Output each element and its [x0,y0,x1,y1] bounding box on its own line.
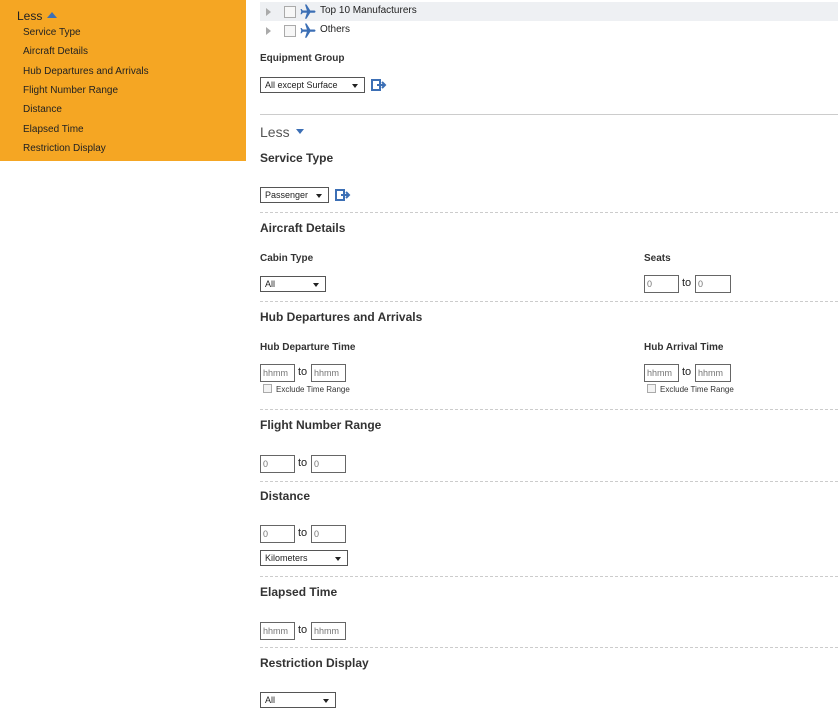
distance-heading: Distance [260,489,311,503]
tree-label: Others [320,24,351,35]
exclude-label: Exclude Time Range [276,385,350,394]
hub-heading: Hub Departures and Arrivals [260,310,423,324]
cabin-type-select[interactable]: All [260,276,326,292]
hub-arrival-label: Hub Arrival Time [644,342,724,353]
seats-label: Seats [644,253,671,264]
equipment-group-select[interactable]: All except Surface [260,77,365,93]
expand-icon[interactable] [266,8,271,16]
sidebar-less-toggle[interactable]: Less [17,9,58,23]
elapsed-time-heading: Elapsed Time [260,585,338,599]
to-label: to [682,277,692,289]
divider [260,301,838,302]
to-label: to [298,457,308,469]
restriction-display-heading: Restriction Display [260,656,369,670]
restriction-display-value: All [265,695,276,705]
sidebar-link-aircraft-details[interactable]: Aircraft Details [23,46,88,57]
to-label: to [682,366,692,378]
elapsed-time-to-input[interactable] [311,622,346,640]
restriction-display-select[interactable]: All [260,692,336,708]
cabin-type-value: All [265,279,276,289]
sidebar-link-service-type[interactable]: Service Type [23,27,81,38]
export-icon[interactable] [371,78,387,92]
cabin-type-label: Cabin Type [260,253,314,264]
dropdown-arrow-icon [335,557,341,561]
to-label: to [298,527,308,539]
chevron-up-icon [47,12,58,18]
dropdown-arrow-icon [323,699,329,703]
to-label: to [298,366,308,378]
dropdown-arrow-icon [313,283,319,287]
sidebar-link-elapsed-time[interactable]: Elapsed Time [23,124,84,135]
sidebar-link-distance[interactable]: Distance [23,104,62,115]
seats-from-input[interactable] [644,275,679,293]
divider [260,409,838,410]
hub-departure-exclude[interactable]: Exclude Time Range [263,384,350,394]
hub-departure-label: Hub Departure Time [260,342,356,353]
seats-to-input[interactable] [695,275,731,293]
hub-arrival-from-input[interactable] [644,364,679,382]
tree-row-top10: Top 10 Manufacturers [260,2,838,21]
sidebar-link-restriction-display[interactable]: Restriction Display [23,143,106,154]
dropdown-arrow-icon [352,84,358,88]
elapsed-time-from-input[interactable] [260,622,295,640]
tree-label: Top 10 Manufacturers [320,5,417,16]
export-icon[interactable] [335,188,351,202]
sidebar-less-label: Less [17,9,43,23]
less-label: Less [260,124,290,140]
service-type-heading: Service Type [260,151,334,165]
expand-icon[interactable] [266,27,271,35]
tree-row-others: Others [260,21,838,40]
flight-number-to-input[interactable] [311,455,346,473]
distance-unit-select[interactable]: Kilometers [260,550,348,566]
sidebar-panel: Less Service Type Aircraft Details Hub D… [0,0,246,161]
equipment-group-value: All except Surface [265,80,338,90]
distance-to-input[interactable] [311,525,346,543]
chevron-down-icon [295,129,304,134]
less-toggle[interactable]: Less [260,124,304,140]
hub-arrival-to-input[interactable] [695,364,731,382]
flight-number-from-input[interactable] [260,455,295,473]
service-type-select[interactable]: Passenger [260,187,329,203]
divider [260,212,838,213]
tree-checkbox[interactable] [284,25,296,37]
distance-from-input[interactable] [260,525,295,543]
airplane-icon [300,23,316,38]
dropdown-arrow-icon [316,194,322,198]
flight-number-range-heading: Flight Number Range [260,418,382,432]
divider [260,647,838,648]
tree-checkbox[interactable] [284,6,296,18]
service-type-value: Passenger [265,190,309,200]
divider [260,576,838,577]
aircraft-details-heading: Aircraft Details [260,221,346,235]
to-label: to [298,624,308,636]
divider [260,481,838,482]
hub-departure-from-input[interactable] [260,364,295,382]
divider [260,114,838,115]
exclude-checkbox[interactable] [263,384,272,393]
sidebar-link-flight-number-range[interactable]: Flight Number Range [23,85,118,96]
airplane-icon [300,4,316,19]
sidebar-link-hub-departures[interactable]: Hub Departures and Arrivals [23,66,149,77]
hub-arrival-exclude[interactable]: Exclude Time Range [647,384,734,394]
hub-departure-to-input[interactable] [311,364,346,382]
equipment-group-label: Equipment Group [260,53,345,64]
exclude-checkbox[interactable] [647,384,656,393]
exclude-label: Exclude Time Range [660,385,734,394]
distance-unit-value: Kilometers [265,553,308,563]
